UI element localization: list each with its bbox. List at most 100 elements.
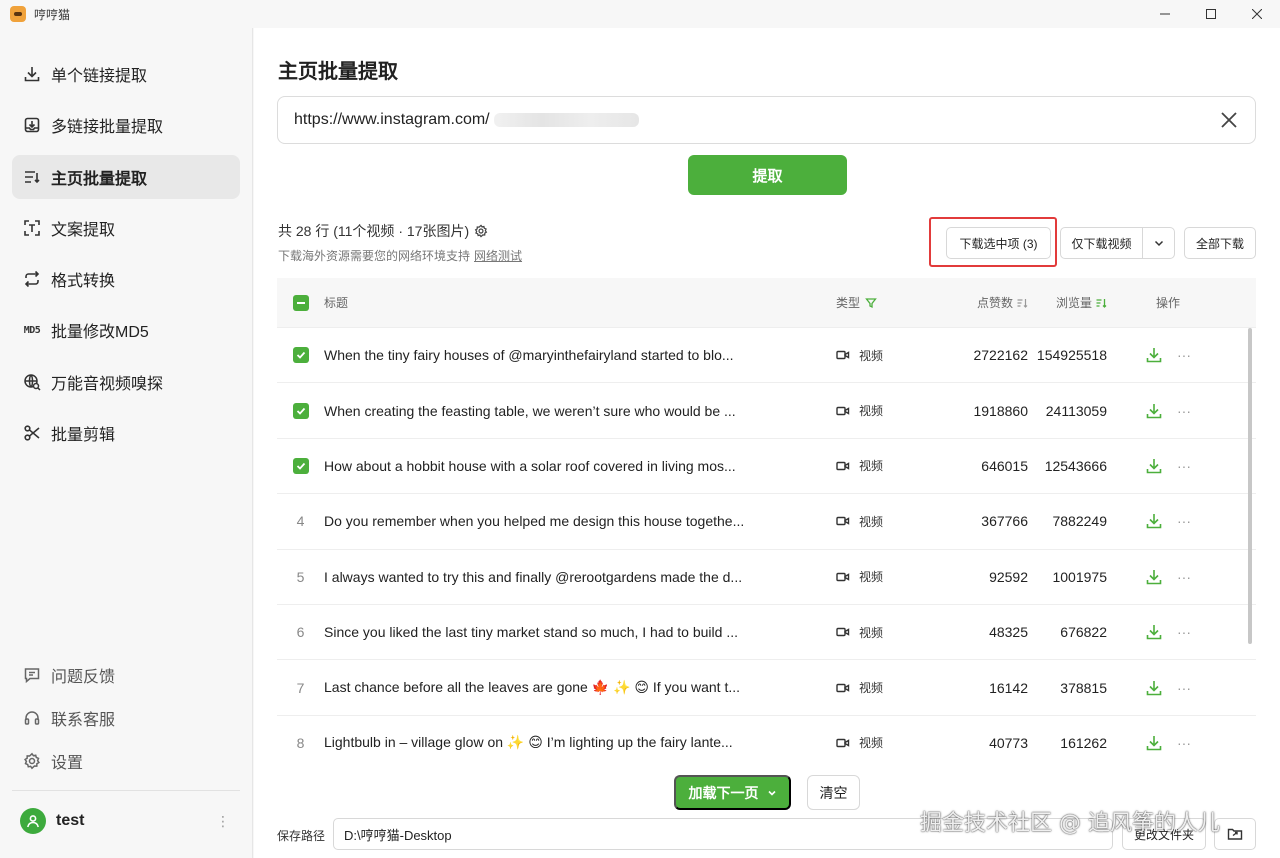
download-all-button[interactable]: 全部下载 [1184, 227, 1256, 259]
table-scrollbar[interactable] [1248, 328, 1252, 644]
close-window-button[interactable] [1234, 0, 1280, 28]
sidebar-item-support[interactable]: 联系客服 [12, 696, 240, 739]
download-icon [23, 65, 41, 83]
more-icon[interactable]: ··· [1177, 458, 1191, 474]
table-row[interactable]: How about a hobbit house with a solar ro… [277, 438, 1256, 495]
header-likes[interactable]: 点赞数 [928, 294, 1028, 311]
table-row[interactable]: When creating the feasting table, we wer… [277, 383, 1256, 439]
open-folder-button[interactable] [1214, 818, 1256, 850]
user-icon [27, 815, 39, 828]
table-row[interactable]: 8 Lightbulb in – village glow on ✨ 😊 I’m… [277, 715, 1256, 768]
row-type: 视频 [836, 402, 928, 419]
more-icon[interactable]: ··· [1177, 735, 1191, 751]
maximize-button[interactable] [1188, 0, 1234, 28]
more-icon[interactable]: ··· [1177, 680, 1191, 696]
table-row[interactable]: 4 Do you remember when you helped me des… [277, 494, 1256, 550]
feedback-icon [23, 666, 41, 684]
sidebar-item-homepage-batch[interactable]: 主页批量提取 [12, 154, 240, 199]
more-icon[interactable]: ··· [1177, 513, 1191, 529]
sidebar-item-sniffer[interactable]: 万能音视频嗅探 [12, 360, 240, 404]
row-likes: 48325 [989, 624, 1028, 641]
row-title: Do you remember when you helped me desig… [324, 513, 745, 530]
download-options-dropdown[interactable] [1142, 227, 1175, 259]
sidebar-item-multi-link[interactable]: 多链接批量提取 [12, 103, 240, 147]
row-ops: ··· [1128, 679, 1208, 697]
row-title: I always wanted to try this and finally … [324, 568, 743, 585]
md5-icon: MD5 [23, 324, 41, 336]
more-icon[interactable]: ··· [1177, 569, 1191, 585]
sidebar-item-single-link[interactable]: 单个链接提取 [12, 52, 240, 96]
minimize-button[interactable] [1142, 0, 1188, 28]
download-icon[interactable] [1145, 734, 1163, 752]
video-camera-icon [836, 683, 850, 692]
row-checkbox[interactable] [292, 402, 309, 419]
extract-button[interactable]: 提取 [688, 155, 847, 195]
table-row[interactable]: 6 Since you liked the last tiny market s… [277, 604, 1256, 661]
download-icon[interactable] [1145, 568, 1163, 586]
download-video-only-button[interactable]: 仅下载视频 [1060, 227, 1143, 259]
row-index: 6 [296, 624, 305, 641]
download-selected-button[interactable]: 下载选中项 (3) [946, 227, 1051, 259]
row-title: Lightbulb in – village glow on ✨ 😊 I’m l… [324, 734, 733, 751]
row-index: 7 [296, 679, 305, 696]
row-check-cell: 4 [277, 513, 324, 529]
row-type: 视频 [836, 513, 928, 530]
clear-url-icon[interactable] [1219, 110, 1239, 130]
filter-icon[interactable] [865, 297, 877, 309]
clear-button[interactable]: 清空 [807, 775, 860, 810]
row-checkbox[interactable] [292, 457, 309, 474]
download-icon[interactable] [1145, 512, 1163, 530]
row-type: 视频 [836, 624, 928, 641]
row-index: 8 [296, 734, 305, 751]
save-path-label: 保存路径 [277, 829, 326, 843]
table-row[interactable]: 7 Last chance before all the leaves are … [277, 660, 1256, 716]
headset-icon [23, 709, 41, 727]
gear-icon [23, 752, 41, 770]
sidebar-item-feedback[interactable]: 问题反馈 [12, 653, 240, 696]
row-type-label: 视频 [859, 570, 884, 585]
row-type-label: 视频 [859, 514, 884, 529]
sidebar-item-label: 格式转换 [51, 273, 116, 291]
row-check-cell: 8 [277, 735, 324, 751]
more-icon[interactable]: ··· [1177, 624, 1191, 640]
download-icon[interactable] [1145, 457, 1163, 475]
minimize-icon [1160, 13, 1170, 15]
download-icon[interactable] [1145, 679, 1163, 697]
sidebar-item-text-extract[interactable]: 文案提取 [12, 206, 240, 250]
sidebar-nav: 单个链接提取 多链接批量提取 主页批量提取 文案提取 格式转换 MD5 批量修改… [12, 52, 240, 462]
row-likes: 92592 [989, 568, 1028, 585]
table-header: 标题 类型 点赞数 浏览量 操作 [277, 278, 1256, 328]
sidebar-item-md5[interactable]: MD5 批量修改MD5 [12, 308, 240, 352]
select-all-checkbox[interactable] [292, 294, 309, 311]
sidebar-item-format-convert[interactable]: 格式转换 [12, 257, 240, 301]
sidebar-item-label: 文案提取 [51, 221, 116, 239]
sidebar-item-batch-edit[interactable]: 批量剪辑 [12, 411, 240, 455]
network-test-link[interactable]: 网络测试 [474, 249, 522, 263]
row-checkbox[interactable] [292, 347, 309, 364]
table-row[interactable]: 5 I always wanted to try this and finall… [277, 549, 1256, 605]
sidebar-item-label: 联系客服 [51, 711, 116, 729]
results-table: 标题 类型 点赞数 浏览量 操作 When the tiny fairy hou… [277, 278, 1256, 768]
more-icon[interactable]: ··· [1177, 347, 1191, 363]
more-icon[interactable]: ··· [1177, 403, 1191, 419]
user-more-icon[interactable]: ⋮ [216, 813, 230, 830]
video-camera-icon [836, 406, 850, 415]
gear-icon[interactable] [474, 224, 488, 238]
header-views[interactable]: 浏览量 [1028, 294, 1128, 311]
row-title: How about a hobbit house with a solar ro… [324, 457, 736, 474]
url-input[interactable]: https://www.instagram.com/ [277, 96, 1256, 144]
row-check-cell: 7 [277, 680, 324, 696]
row-type-label: 视频 [859, 404, 884, 419]
download-icon[interactable] [1145, 623, 1163, 641]
sidebar-item-settings[interactable]: 设置 [12, 739, 240, 782]
table-row[interactable]: When the tiny fairy houses of @maryinthe… [277, 328, 1256, 384]
video-camera-icon [836, 627, 850, 637]
row-type-label: 视频 [859, 625, 884, 640]
download-icon[interactable] [1145, 402, 1163, 420]
download-icon[interactable] [1145, 346, 1163, 364]
row-type: 视频 [836, 734, 928, 751]
load-next-page-button[interactable]: 加载下一页 [674, 775, 791, 810]
user-profile[interactable]: test ⋮ [20, 806, 230, 836]
sidebar-item-label: 单个链接提取 [51, 68, 148, 85]
maximize-icon [1206, 9, 1216, 19]
